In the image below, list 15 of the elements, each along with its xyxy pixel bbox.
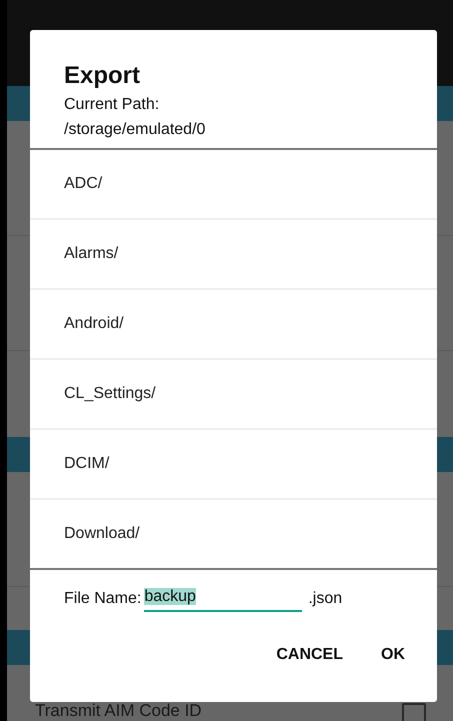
path-text: /storage/emulated/0 xyxy=(64,120,206,140)
folder-item[interactable]: ADC/ xyxy=(30,150,437,220)
folder-item[interactable]: Alarms/ xyxy=(30,220,437,290)
file-name-label: File Name: xyxy=(64,590,142,608)
folder-item[interactable]: CL_Settings/ xyxy=(30,360,437,430)
file-name-field[interactable]: backup xyxy=(144,586,302,612)
ok-button[interactable]: OK xyxy=(369,640,417,670)
dialog-title: Export xyxy=(64,61,142,91)
folder-item[interactable]: Download/ xyxy=(30,500,437,568)
folder-item[interactable]: Android/ xyxy=(30,290,437,360)
path-label: Current Path: xyxy=(64,95,160,115)
setting-label: Transmit AIM Code ID xyxy=(35,702,202,720)
extension-label: .json xyxy=(308,590,342,608)
cancel-button[interactable]: CANCEL xyxy=(264,640,355,670)
folder-item[interactable]: DCIM/ xyxy=(30,430,437,500)
